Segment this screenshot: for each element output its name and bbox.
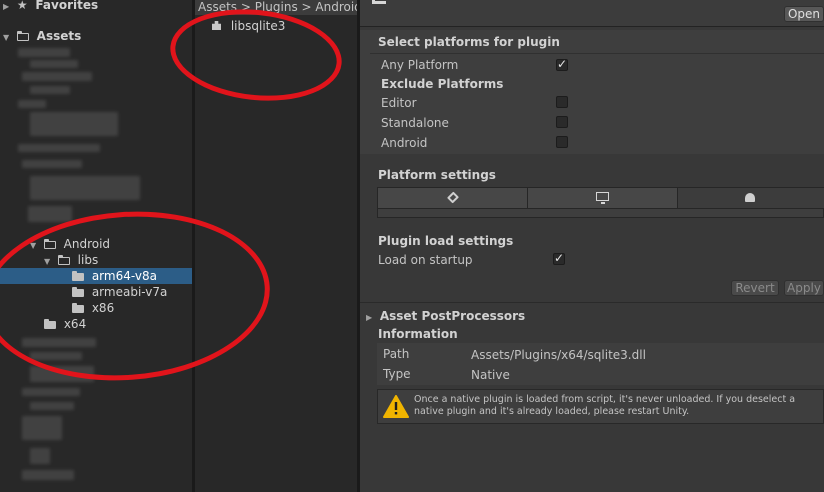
any-platform-checkbox[interactable] bbox=[556, 57, 568, 71]
exclude-android-label: Android bbox=[381, 136, 428, 150]
tree-item-label: Favorites bbox=[35, 0, 99, 12]
tree-item-label: armeabi-v7a bbox=[91, 285, 168, 299]
tab-standalone[interactable] bbox=[528, 188, 678, 208]
file-item-libsqlite3[interactable]: libsqlite3 bbox=[212, 18, 285, 34]
tree-item-x86[interactable]: x86 bbox=[72, 300, 114, 316]
unity-icon bbox=[372, 0, 386, 4]
open-button[interactable]: Open bbox=[784, 6, 824, 22]
collapse-arrow-icon[interactable]: ▼ bbox=[3, 30, 13, 46]
monitor-icon bbox=[596, 192, 609, 201]
platform-settings-body bbox=[377, 209, 824, 218]
select-platforms-title: Select platforms for plugin bbox=[378, 35, 560, 49]
type-label: Type bbox=[383, 367, 411, 381]
path-value: Assets/Plugins/x64/sqlite3.dll bbox=[471, 348, 646, 362]
tree-item-assets[interactable]: ▼ Assets bbox=[3, 28, 81, 44]
obscured-item bbox=[30, 112, 118, 136]
tree-item-label: Assets bbox=[36, 29, 82, 43]
tree-item-label: x64 bbox=[63, 317, 87, 331]
file-item-label: libsqlite3 bbox=[230, 19, 286, 33]
expand-arrow-icon[interactable]: ▶ bbox=[366, 310, 376, 326]
plugin-load-title: Plugin load settings bbox=[378, 234, 514, 248]
android-icon bbox=[745, 193, 755, 202]
exclude-standalone-checkbox[interactable] bbox=[556, 116, 568, 128]
exclude-editor-label: Editor bbox=[381, 96, 417, 110]
obscured-item bbox=[30, 352, 82, 360]
plugin-icon bbox=[212, 21, 221, 30]
any-platform-label: Any Platform bbox=[381, 58, 459, 72]
folder-icon bbox=[72, 271, 84, 281]
obscured-item bbox=[22, 470, 74, 480]
platform-settings-title: Platform settings bbox=[378, 168, 496, 182]
tree-item-x64[interactable]: x64 bbox=[44, 316, 86, 332]
folder-icon bbox=[44, 319, 56, 329]
expand-arrow-icon[interactable]: ▶ bbox=[3, 0, 13, 15]
star-icon: ★ bbox=[16, 0, 28, 12]
obscured-item bbox=[22, 160, 82, 168]
folder-icon bbox=[72, 287, 84, 297]
platform-tab-bar bbox=[377, 187, 824, 209]
folder-open-icon bbox=[16, 31, 29, 41]
obscured-item bbox=[30, 176, 140, 200]
obscured-item bbox=[30, 86, 70, 94]
obscured-item bbox=[30, 60, 78, 68]
folder-open-icon bbox=[57, 255, 70, 265]
tree-item-arm64-v8a[interactable]: arm64-v8a bbox=[0, 268, 192, 284]
tree-item-label: arm64-v8a bbox=[91, 269, 157, 283]
divider bbox=[370, 53, 824, 54]
load-on-startup-label: Load on startup bbox=[378, 253, 473, 267]
unity-icon bbox=[446, 191, 460, 204]
inspector-panel: Open Select platforms for plugin Any Pla… bbox=[360, 0, 824, 492]
revert-button[interactable]: Revert bbox=[731, 280, 779, 296]
tab-android[interactable] bbox=[678, 188, 824, 208]
project-tree: ▶ ★ Favorites ▼ Assets ▼ Android ▼ libs … bbox=[0, 0, 192, 492]
folder-open-icon bbox=[43, 239, 56, 249]
obscured-item bbox=[22, 338, 96, 347]
tree-item-label: x86 bbox=[91, 301, 115, 315]
tab-default-platform[interactable] bbox=[378, 188, 528, 208]
apply-button[interactable]: Apply bbox=[784, 280, 824, 296]
obscured-item bbox=[30, 366, 94, 382]
path-label: Path bbox=[383, 347, 410, 361]
divider bbox=[360, 302, 824, 303]
warning-text: Once a native plugin is loaded from scri… bbox=[414, 394, 796, 417]
obscured-item bbox=[22, 388, 80, 396]
obscured-item bbox=[18, 144, 100, 152]
tree-item-armeabi-v7a[interactable]: armeabi-v7a bbox=[72, 284, 167, 300]
monitor-stand bbox=[601, 202, 605, 204]
obscured-item bbox=[28, 206, 72, 222]
project-files-pane: Assets > Plugins > Android libsqlite3 bbox=[195, 0, 357, 492]
exclude-platforms-title: Exclude Platforms bbox=[381, 77, 504, 91]
exclude-android-checkbox[interactable] bbox=[556, 136, 568, 148]
type-value: Native bbox=[471, 368, 510, 382]
information-title: Information bbox=[378, 327, 458, 341]
warning-icon bbox=[383, 395, 409, 418]
asset-postprocessors-label: Asset PostProcessors bbox=[379, 309, 526, 323]
obscured-item bbox=[18, 48, 70, 57]
tree-item-label: libs bbox=[77, 253, 99, 267]
obscured-item bbox=[30, 402, 74, 410]
load-on-startup-checkbox[interactable] bbox=[553, 251, 565, 265]
warning-helpbox: Once a native plugin is loaded from scri… bbox=[377, 389, 824, 424]
obscured-item bbox=[22, 72, 92, 81]
collapse-arrow-icon[interactable]: ▼ bbox=[30, 238, 40, 254]
exclude-editor-checkbox[interactable] bbox=[556, 96, 568, 108]
asset-postprocessors-foldout[interactable]: ▶ Asset PostProcessors bbox=[366, 308, 525, 324]
obscured-item bbox=[30, 448, 50, 464]
tree-item-libs[interactable]: ▼ libs bbox=[44, 252, 98, 268]
breadcrumb[interactable]: Assets > Plugins > Android bbox=[195, 0, 357, 15]
tree-item-label: Android bbox=[63, 237, 111, 251]
obscured-item bbox=[22, 416, 62, 440]
obscured-item bbox=[18, 100, 46, 108]
exclude-standalone-label: Standalone bbox=[381, 116, 449, 130]
inspector-header: Open bbox=[360, 0, 824, 27]
tree-item-android[interactable]: ▼ Android bbox=[30, 236, 110, 252]
folder-icon bbox=[72, 303, 84, 313]
tree-item-favorites[interactable]: ▶ ★ Favorites bbox=[3, 0, 98, 13]
